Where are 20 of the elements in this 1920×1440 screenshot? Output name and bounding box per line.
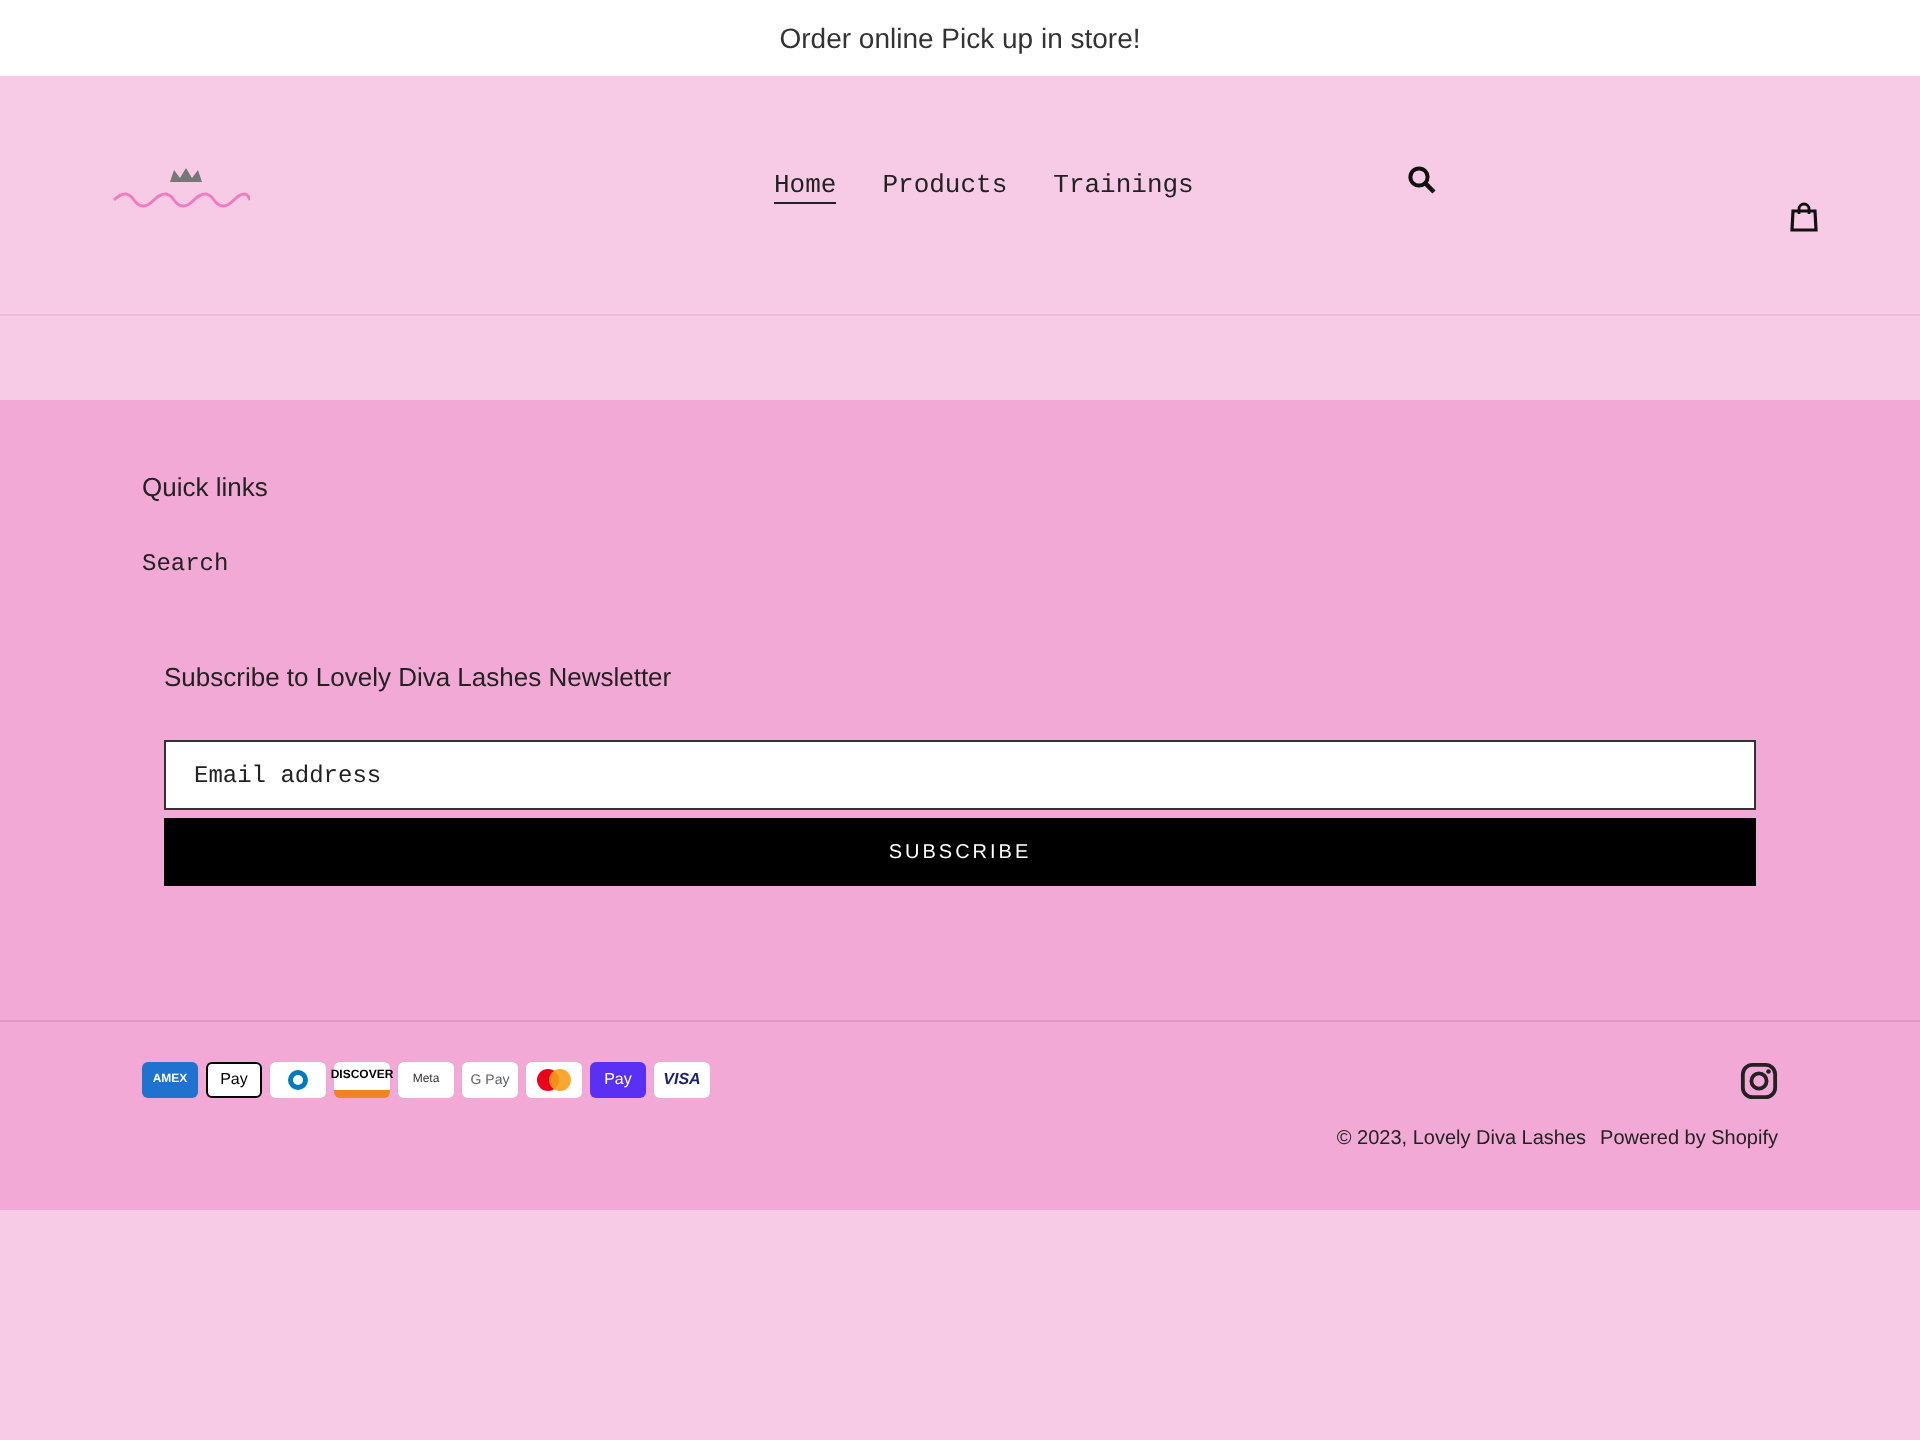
footer-link[interactable]: Search (142, 545, 1778, 581)
apple-pay-card-icon: Pay (206, 1062, 262, 1098)
diners-card-icon (270, 1062, 326, 1098)
email-field[interactable]: Email address (164, 740, 1756, 810)
cart-bag-icon[interactable] (1790, 202, 1818, 232)
subscribe-button[interactable]: SUBSCRIBE (164, 818, 1756, 886)
copyright-text: © 2023, Lovely Diva Lashes (1336, 1126, 1587, 1154)
newsletter-title: Subscribe to Lovely Diva Lashes Newsletter (164, 659, 674, 696)
announcement-text: Order online Pick up in store! (779, 19, 1141, 58)
powered-by-link[interactable]: Powered by Shopify (1600, 1124, 1778, 1154)
nav-link[interactable]: Products (882, 169, 1008, 205)
nav-link[interactable]: Trainings (1053, 169, 1194, 205)
instagram-icon[interactable] (1740, 1062, 1778, 1100)
nav-link[interactable]: Home (774, 169, 837, 205)
search-icon[interactable] (1408, 166, 1436, 194)
visa-card-icon: VISA (654, 1062, 710, 1098)
mastercard-icon (526, 1062, 582, 1098)
footer-heading: Quick links (142, 470, 270, 506)
shop-pay-card-icon: Pay (590, 1062, 646, 1098)
logo-drawing (110, 165, 250, 209)
